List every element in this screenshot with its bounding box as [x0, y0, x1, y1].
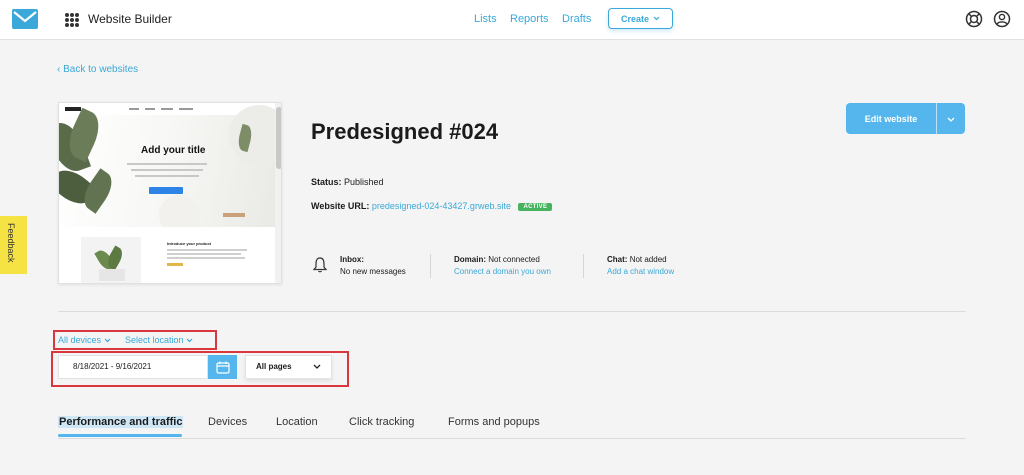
inbox-label: Inbox: [340, 255, 364, 264]
inbox-value: No new messages [340, 267, 406, 276]
apps-grid-icon[interactable] [65, 13, 79, 27]
chat-label: Chat: [607, 255, 628, 264]
calendar-button[interactable] [208, 355, 237, 379]
date-range-input[interactable]: 8/18/2021 - 9/16/2021 [58, 355, 208, 379]
pages-select-dropdown[interactable]: All pages [245, 355, 332, 379]
feedback-label: Feedback [6, 223, 16, 263]
thumbnail-hero-title: Add your title [141, 145, 206, 156]
chat-value: Not added [629, 255, 667, 264]
create-button-label: Create [620, 13, 649, 24]
tab-location[interactable]: Location [276, 416, 318, 428]
chevron-down-icon [313, 356, 321, 378]
tab-click-tracking[interactable]: Click tracking [349, 416, 414, 428]
thumbnail-hero: Add your title [59, 105, 281, 235]
edit-options-dropdown[interactable] [937, 114, 965, 124]
feedback-tab[interactable]: Feedback [0, 216, 27, 274]
edit-website-button-group: Edit website [846, 103, 965, 134]
tab-devices[interactable]: Devices [208, 416, 247, 428]
chevron-down-icon [653, 16, 660, 21]
inbox-info: Inbox: No new messages [340, 254, 406, 278]
chevron-down-icon [947, 117, 955, 122]
website-thumbnail[interactable]: Add your title Introduce your product [58, 102, 282, 284]
devices-filter-label: All devices [58, 335, 102, 345]
location-filter-dropdown[interactable]: Select location [125, 335, 193, 345]
chat-info: Chat: Not added Add a chat window [607, 254, 674, 278]
website-url-link[interactable]: predesigned-024-43427.grweb.site [372, 201, 511, 211]
domain-label: Domain: [454, 255, 486, 264]
edit-website-button[interactable]: Edit website [846, 114, 936, 124]
bell-icon [312, 257, 328, 273]
info-divider [430, 254, 431, 278]
connect-domain-link[interactable]: Connect a domain you own [454, 267, 551, 276]
thumbnail-scrollbar[interactable] [275, 103, 281, 283]
back-to-websites-link[interactable]: ‹ Back to websites [57, 64, 138, 75]
info-divider [583, 254, 584, 278]
back-link-label: Back to websites [63, 64, 139, 75]
nav-drafts[interactable]: Drafts [562, 13, 591, 25]
devices-filter-dropdown[interactable]: All devices [58, 335, 111, 345]
app-title: Website Builder [88, 12, 172, 26]
chevron-down-icon [104, 338, 110, 343]
status-label: Status: [311, 177, 342, 187]
section-divider [58, 311, 966, 312]
status-row: Status: Published [311, 177, 384, 187]
tab-performance-and-traffic[interactable]: Performance and traffic [58, 416, 184, 428]
nav-reports[interactable]: Reports [510, 13, 549, 25]
add-chat-window-link[interactable]: Add a chat window [607, 267, 674, 276]
site-title: Predesigned #024 [311, 119, 499, 144]
create-button[interactable]: Create [608, 8, 673, 29]
top-bar: Website Builder Lists Reports Drafts Cre… [0, 0, 1024, 40]
url-label: Website URL: [311, 201, 370, 211]
nav-lists[interactable]: Lists [474, 13, 497, 25]
calendar-icon [215, 361, 230, 374]
domain-value: Not connected [488, 255, 540, 264]
thumbnail-section-title: Introduce your product [167, 241, 211, 246]
domain-info: Domain: Not connected Connect a domain y… [454, 254, 551, 278]
tabs-divider [58, 438, 966, 439]
status-value: Published [344, 177, 384, 187]
thumbnail-product-section: Introduce your product [59, 227, 275, 283]
active-status-badge: ACTIVE [518, 203, 553, 211]
help-lifebuoy-icon[interactable] [965, 10, 983, 28]
active-tab-indicator [58, 434, 182, 437]
tab-forms-and-popups[interactable]: Forms and popups [448, 416, 540, 428]
account-icon[interactable] [993, 10, 1011, 28]
location-filter-label: Select location [125, 335, 184, 345]
mail-logo-icon[interactable] [12, 9, 38, 29]
thumbnail-cta-button [149, 187, 183, 194]
chevron-down-icon [186, 338, 193, 343]
url-row: Website URL: predesigned-024-43427.grweb… [311, 201, 553, 211]
pages-select-value: All pages [256, 362, 292, 371]
